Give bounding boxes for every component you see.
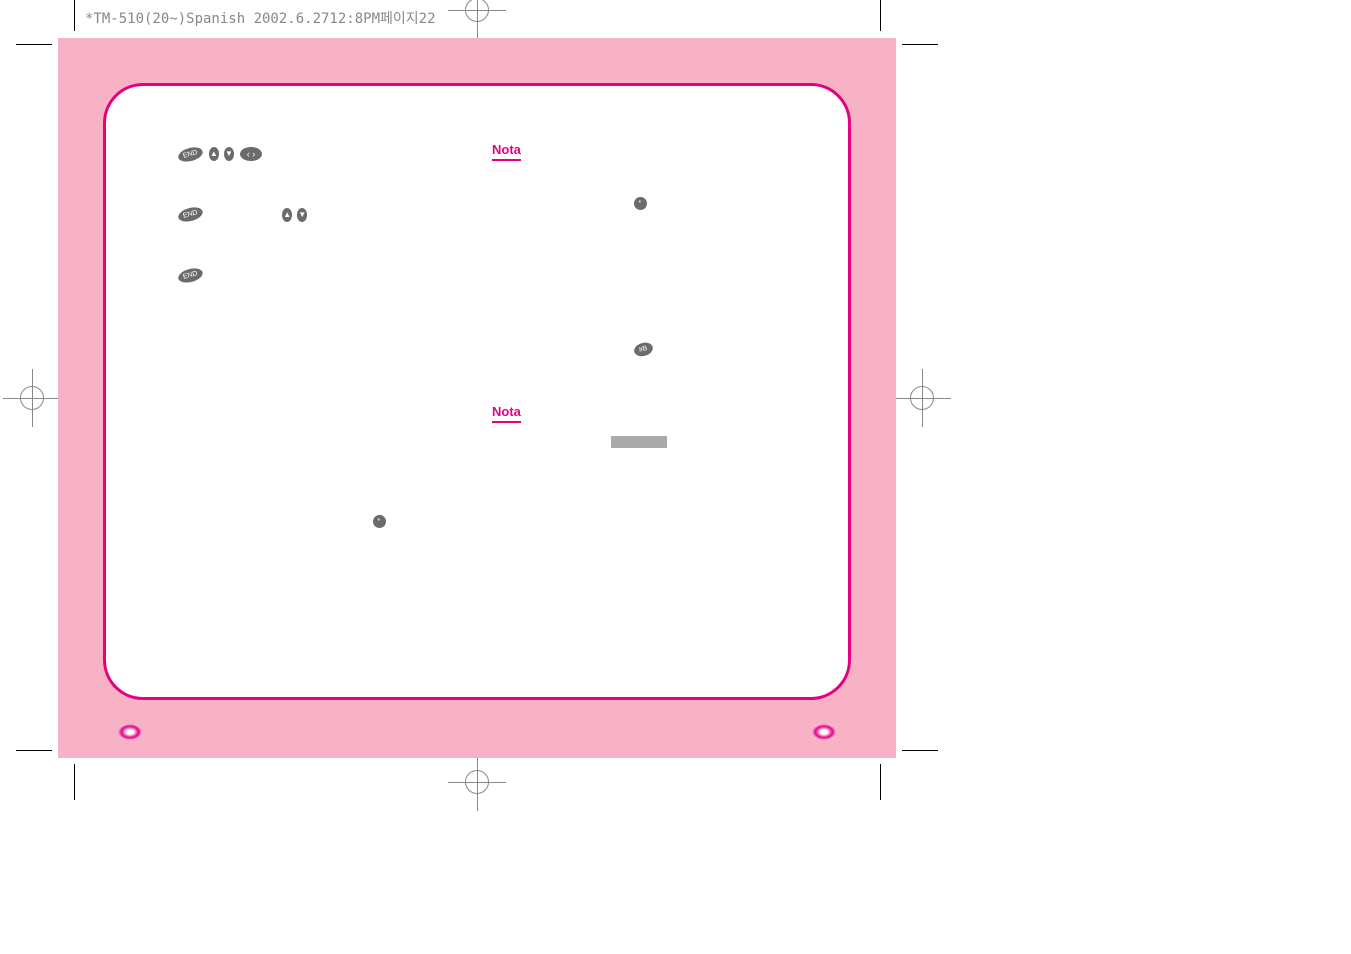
right-column: Nota placeholder * #B placeholder Nota [492, 141, 778, 657]
body-text: placeholder [492, 373, 778, 388]
crop-mark [902, 44, 938, 45]
nota-label: Nota [492, 141, 521, 161]
star-key-icon: * [633, 196, 649, 212]
body-text: placeholder text line placeholder text l… [176, 239, 462, 254]
end-key-icon: END [177, 205, 204, 224]
crop-mark [74, 764, 75, 800]
registration-mark-icon [20, 386, 44, 410]
body-text: placeholder text line placeholder text l… [176, 178, 462, 193]
nota-label: Nota [492, 403, 521, 423]
hash-key-icon: #B [633, 340, 654, 357]
binding-hole-icon [812, 724, 836, 740]
crop-mark [902, 750, 938, 751]
registration-mark-icon [465, 770, 489, 794]
page-frame: END ▲ ▼ placeholder text line placeholde… [58, 38, 896, 758]
registration-mark-icon [465, 0, 489, 22]
down-key-icon: ▼ [297, 208, 307, 222]
binding-hole-icon [118, 724, 142, 740]
grey-block-icon [611, 436, 667, 448]
left-column: END ▲ ▼ placeholder text line placeholde… [176, 141, 462, 657]
down-key-icon: ▼ [224, 147, 234, 161]
body-text [492, 228, 778, 328]
print-header: *TM-510(20~)Spanish 2002.6.2712:8PM페이지22 [85, 8, 436, 28]
crop-mark [880, 0, 881, 31]
crop-mark [880, 764, 881, 800]
crop-mark [74, 0, 75, 31]
body-text: placeholder [492, 167, 778, 182]
crop-mark [16, 44, 52, 45]
content-panel: END ▲ ▼ placeholder text line placeholde… [103, 83, 851, 700]
nav-key-icon [240, 147, 262, 161]
end-key-icon: END [177, 266, 204, 285]
registration-mark-icon [910, 386, 934, 410]
star-key-icon: * [371, 513, 387, 529]
up-key-icon: ▲ [209, 147, 219, 161]
crop-mark [16, 750, 52, 751]
end-key-icon: END [177, 145, 204, 164]
body-text [176, 300, 462, 500]
up-key-icon: ▲ [282, 208, 292, 222]
